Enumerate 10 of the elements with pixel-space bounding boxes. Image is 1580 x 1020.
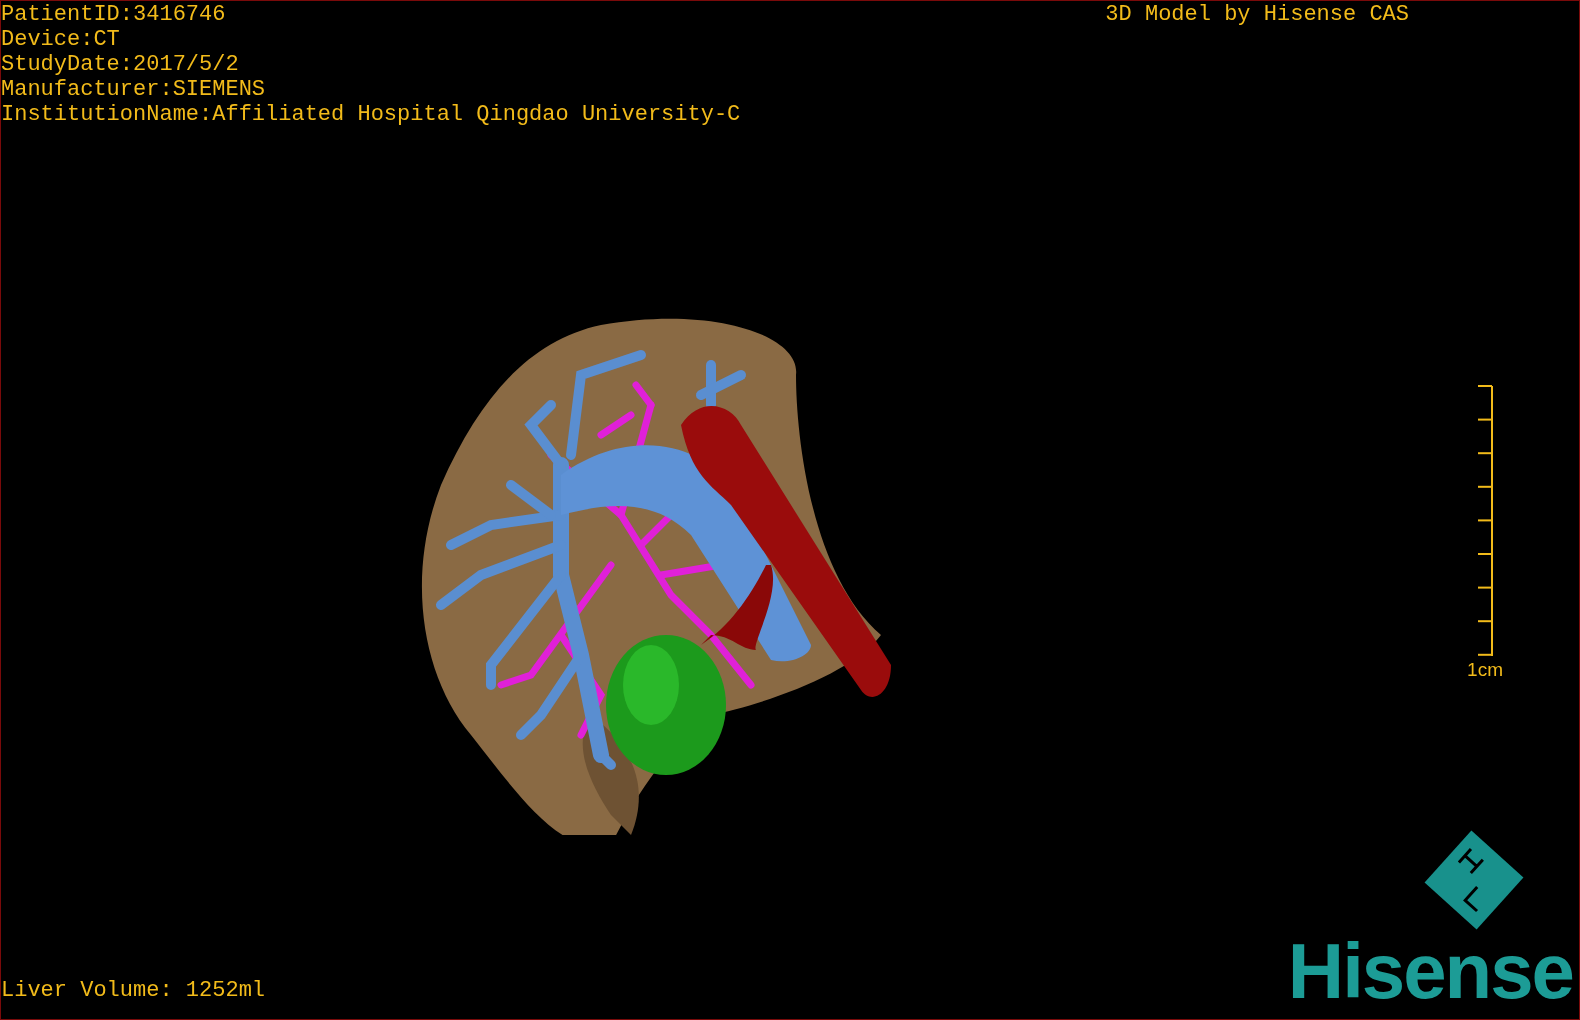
patient-info-text: PatientID:3416746 [1, 2, 227, 27]
patient-info-text: InstitutionName:Affiliated Hospital Qingdao University-C [1, 102, 741, 127]
liver-volume-text: Liver Volume: 1252ml [1, 978, 266, 1005]
logo-text: Hisense [1287, 935, 1573, 1007]
viewer-title: 3D Model by Hisense CAS [1105, 2, 1409, 29]
scale-bar-icon [1477, 385, 1495, 657]
patient-info-text: Manufacturer:SIEMENS [1, 77, 267, 102]
scale-label: 1cm [1467, 658, 1503, 682]
patient-info-text: StudyDate:2017/5/2 [1, 52, 240, 77]
patient-info-text: Device:CT [1, 27, 121, 52]
